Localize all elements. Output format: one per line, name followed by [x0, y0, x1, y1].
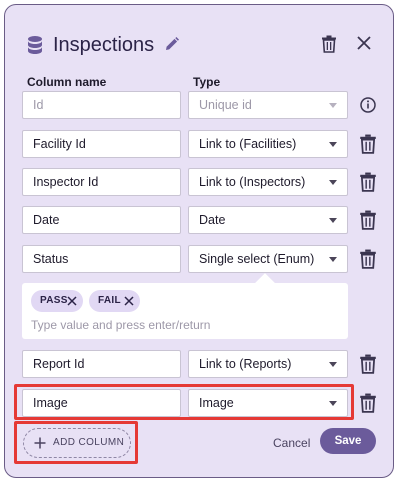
- add-column-label: ADD COLUMN: [53, 437, 125, 448]
- dialog-title: Inspections: [53, 34, 155, 56]
- trash-icon[interactable]: [359, 249, 377, 269]
- column-type-select[interactable]: Image: [188, 389, 348, 417]
- column-type-select[interactable]: Date: [188, 206, 348, 234]
- column-name-input[interactable]: Date: [22, 206, 181, 234]
- chevron-down-icon: [329, 257, 337, 262]
- column-name-input[interactable]: Facility Id: [22, 130, 181, 158]
- column-type-header: Type: [193, 75, 221, 89]
- trash-icon[interactable]: [359, 172, 377, 192]
- column-name-input[interactable]: Inspector Id: [22, 168, 181, 196]
- select-value: Link to (Facilities): [199, 137, 297, 151]
- chevron-down-icon: [329, 103, 337, 108]
- column-type-select[interactable]: Single select (Enum): [188, 245, 348, 273]
- chevron-down-icon: [329, 180, 337, 185]
- chevron-down-icon: [329, 362, 337, 367]
- select-value: Single select (Enum): [199, 252, 315, 266]
- chevron-down-icon: [329, 401, 337, 406]
- enum-chip-pass[interactable]: PASS: [31, 290, 83, 312]
- close-icon[interactable]: [357, 36, 371, 50]
- pencil-icon[interactable]: [164, 36, 180, 52]
- select-value: Link to (Reports): [199, 357, 292, 371]
- trash-icon[interactable]: [359, 134, 377, 154]
- column-type-select[interactable]: Link to (Facilities): [188, 130, 348, 158]
- enum-chip-fail[interactable]: FAIL: [89, 290, 140, 312]
- cancel-button[interactable]: Cancel: [273, 436, 310, 450]
- trash-icon[interactable]: [359, 393, 377, 413]
- column-name-input[interactable]: Id: [22, 91, 181, 119]
- chip-label: FAIL: [98, 295, 121, 306]
- select-value: Link to (Inspectors): [199, 175, 306, 189]
- chevron-down-icon: [329, 142, 337, 147]
- column-name-input[interactable]: Status: [22, 245, 181, 273]
- chevron-down-icon: [329, 218, 337, 223]
- select-value: Date: [199, 213, 226, 227]
- info-icon[interactable]: [359, 95, 377, 115]
- add-column-button[interactable]: ADD COLUMN: [23, 428, 131, 458]
- trash-icon[interactable]: [321, 35, 337, 53]
- column-name-input[interactable]: Report Id: [22, 350, 181, 378]
- select-value: Unique id: [199, 98, 252, 112]
- plus-icon: [34, 437, 46, 449]
- save-button[interactable]: Save: [320, 428, 376, 454]
- column-type-select[interactable]: Unique id: [188, 91, 348, 119]
- column-type-select[interactable]: Link to (Reports): [188, 350, 348, 378]
- column-name-header: Column name: [27, 75, 107, 89]
- column-name-input[interactable]: Image: [22, 389, 181, 417]
- select-value: Image: [199, 396, 234, 410]
- close-icon[interactable]: [123, 295, 135, 307]
- trash-icon[interactable]: [359, 354, 377, 374]
- dialog-header: Inspections: [27, 33, 379, 57]
- close-icon[interactable]: [66, 295, 78, 307]
- chip-label: PASS: [40, 295, 68, 306]
- trash-icon[interactable]: [359, 210, 377, 230]
- database-icon: [28, 36, 42, 54]
- column-type-select[interactable]: Link to (Inspectors): [188, 168, 348, 196]
- enum-options-panel: PASS FAIL Type value and press enter/ret…: [22, 283, 348, 339]
- enum-value-input[interactable]: Type value and press enter/return: [31, 318, 210, 332]
